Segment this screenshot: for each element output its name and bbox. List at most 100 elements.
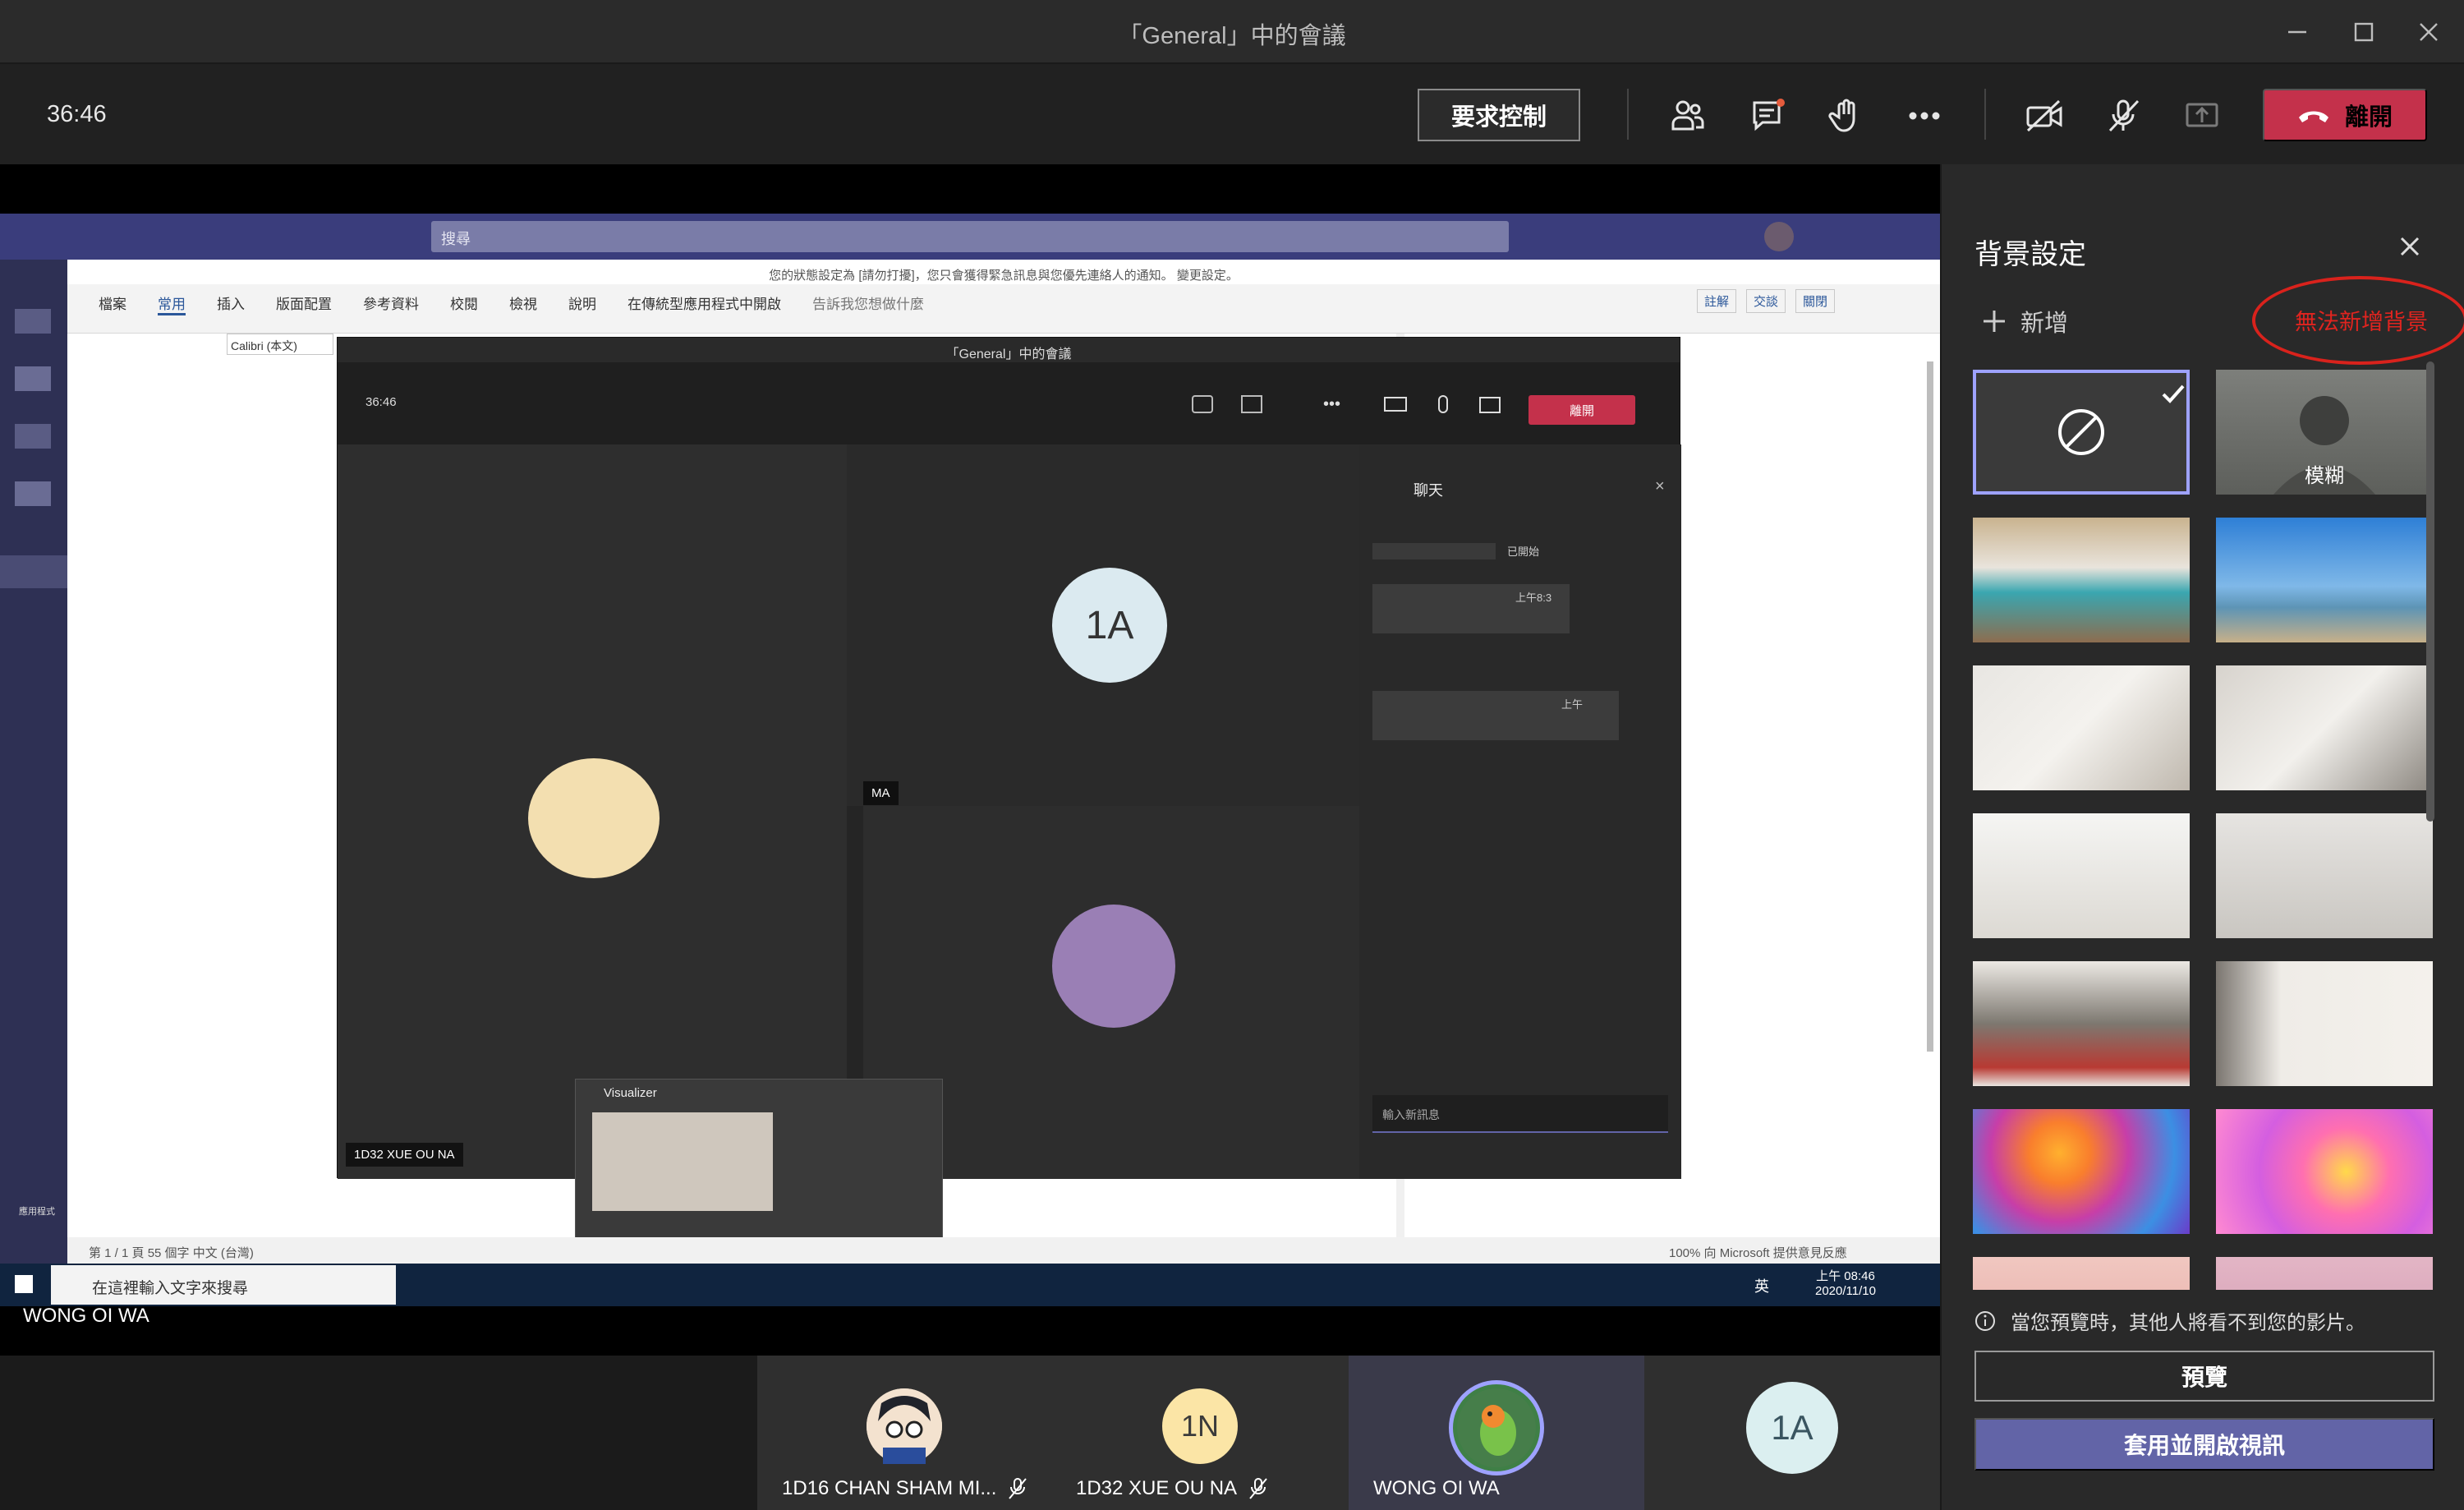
nested-video-tile: 1D32 XUE OU NA xyxy=(338,444,847,1179)
windows-start-icon[interactable] xyxy=(15,1275,33,1293)
nested-more-icon[interactable]: ••• xyxy=(1323,395,1340,414)
meeting-toolbar: 36:46 要求控制 離開 xyxy=(0,64,2464,164)
tell-me-box[interactable]: 告訴我您想做什麼 xyxy=(812,292,924,315)
avatar: 1A xyxy=(1052,568,1167,683)
windows-taskbar: 在這裡輸入文字來搜尋 英 上午 08:46 2020/11/10 xyxy=(0,1264,1940,1306)
avatar xyxy=(1052,905,1175,1028)
nested-camera-off-icon[interactable] xyxy=(1384,397,1407,412)
nested-tile-name: MA xyxy=(863,781,899,805)
close-doc-button[interactable]: 關閉 xyxy=(1795,289,1836,313)
nested-leave-button[interactable]: 離開 xyxy=(1529,395,1635,425)
input-lang[interactable]: 英 xyxy=(1754,1275,1769,1296)
raise-hand-icon[interactable] xyxy=(1823,93,1869,139)
nested-people-icon[interactable] xyxy=(1192,395,1213,413)
presenter-name: WONG OI WA xyxy=(23,1305,149,1327)
dnd-notice: 您的狀態設定為 [請勿打擾]，您只會獲得緊急訊息與您優先連絡人的通知。 變更設定… xyxy=(67,260,1940,284)
people-icon[interactable] xyxy=(1665,93,1711,139)
panel-scrollbar[interactable] xyxy=(2426,361,2434,822)
background-image[interactable] xyxy=(2216,665,2433,790)
tab-references[interactable]: 參考資料 xyxy=(363,292,419,315)
background-blur[interactable]: 模糊 xyxy=(2216,370,2433,495)
background-image[interactable] xyxy=(1973,813,2190,938)
nested-toolbar: 36:46 ••• 離開 xyxy=(338,362,1680,444)
avatar: 1A xyxy=(1746,1382,1838,1474)
background-image[interactable] xyxy=(2216,961,2433,1086)
tab-home[interactable]: 常用 xyxy=(158,292,186,315)
tab-review[interactable]: 校閱 xyxy=(450,292,478,315)
annotation-text: 無法新增背景 xyxy=(2295,310,2428,335)
preview-info: 當您預覽時，其他人將看不到您的影片。 xyxy=(1974,1306,2365,1335)
tab-layout[interactable]: 版面配置 xyxy=(276,292,332,315)
maximize-icon[interactable] xyxy=(2339,12,2388,53)
add-new-button[interactable]: 新增 xyxy=(1981,304,2068,338)
nested-leave-label: 離開 xyxy=(1569,403,1594,418)
close-window-icon[interactable] xyxy=(2404,12,2453,53)
word-status-bar: 第 1 / 1 頁 55 個字 中文 (台灣) 100% 向 Microsoft… xyxy=(67,1237,1940,1264)
minimize-icon[interactable] xyxy=(2273,12,2322,53)
background-image[interactable] xyxy=(2216,1257,2433,1290)
close-icon[interactable]: × xyxy=(1655,477,1665,496)
participant-name: 1D32 XUE OU NA xyxy=(1076,1477,1268,1500)
background-image[interactable] xyxy=(1973,1109,2190,1234)
background-image[interactable] xyxy=(2216,813,2433,938)
doc-scrollbar[interactable] xyxy=(1927,361,1933,1052)
background-settings-panel: 背景設定 新增 無法新增背景 模糊 當您預覽時，其他人將看不到您的影片。 預覽 … xyxy=(1940,164,2464,1510)
participant-tile[interactable]: 1A xyxy=(1644,1356,1940,1510)
mic-off-icon xyxy=(1249,1478,1267,1499)
participant-tile[interactable]: WONG OI WA xyxy=(1349,1356,1644,1510)
nested-mic-icon[interactable] xyxy=(1438,395,1448,413)
tab-insert[interactable]: 插入 xyxy=(217,292,245,315)
avatar xyxy=(1449,1380,1544,1475)
tab-file[interactable]: 檔案 xyxy=(99,292,126,315)
word-app-rail: 應用程式 說明 xyxy=(0,260,67,1306)
request-control-button[interactable]: 要求控制 xyxy=(1418,89,1580,141)
word-right-buttons: 註解 交談 關閉 xyxy=(1697,289,1836,313)
shared-screen: 搜尋 應用程式 說明 您的狀態設定為 [請勿打擾]，您只會獲得緊急訊息與您優先連… xyxy=(0,214,1940,1306)
tab-view[interactable]: 檢視 xyxy=(509,292,537,315)
background-image[interactable] xyxy=(1973,961,2190,1086)
preview-button[interactable]: 預覽 xyxy=(1974,1351,2434,1402)
participant-tile[interactable]: 1D16 CHAN SHAM MI... xyxy=(757,1356,1051,1510)
participant-name: 1D16 CHAN SHAM MI... xyxy=(782,1477,1027,1500)
font-select[interactable]: Calibri (本文) xyxy=(227,334,333,355)
add-new-label: 新增 xyxy=(2020,309,2069,337)
apply-and-turn-on-video-button[interactable]: 套用並開啟視訊 xyxy=(1974,1418,2434,1471)
window-title-bar: 「General」中的會議 xyxy=(0,0,2464,64)
background-image[interactable] xyxy=(2216,1109,2433,1234)
nested-teams-window: 「General」中的會議 36:46 ••• 離開 1D32 XUE OU N… xyxy=(337,337,1681,1179)
background-image[interactable] xyxy=(1973,665,2190,790)
shared-screen-stage: 搜尋 應用程式 說明 您的狀態設定為 [請勿打擾]，您只會獲得緊急訊息與您優先連… xyxy=(0,164,1940,1356)
word-search-box: 搜尋 xyxy=(431,221,1509,252)
background-none[interactable] xyxy=(1973,370,2190,495)
chat-time: 上午8:3 xyxy=(1515,592,1552,604)
nested-share-icon[interactable] xyxy=(1479,397,1501,413)
mic-off-icon[interactable] xyxy=(2100,93,2146,139)
background-image[interactable] xyxy=(2216,518,2433,642)
chat-input[interactable]: 輸入新訊息 xyxy=(1372,1095,1668,1133)
avatar: 1N xyxy=(1162,1388,1238,1464)
avatar xyxy=(867,1388,942,1464)
tab-help[interactable]: 說明 xyxy=(568,292,596,315)
conversation-button[interactable]: 交談 xyxy=(1746,289,1786,313)
nested-chat-icon[interactable] xyxy=(1241,395,1262,413)
chat-icon[interactable] xyxy=(1745,93,1791,139)
participant-tile[interactable]: 1N 1D32 XUE OU NA xyxy=(1051,1356,1349,1510)
taskbar-date: 2020/11/10 xyxy=(1815,1284,1876,1298)
toolbar-divider xyxy=(1627,89,1629,140)
close-icon[interactable] xyxy=(2393,230,2426,263)
panel-title: 背景設定 xyxy=(1974,238,2086,271)
leave-button[interactable]: 離開 xyxy=(2263,89,2427,141)
taskbar-search[interactable]: 在這裡輸入文字來搜尋 xyxy=(51,1265,396,1305)
ribbon-tabs: 檔案 常用 插入 版面配置 參考資料 校閱 檢視 說明 在傳統型應用程式中開啟 … xyxy=(99,292,924,315)
chat-time: 上午 xyxy=(1561,698,1584,711)
participant-name: WONG OI WA xyxy=(1373,1477,1500,1500)
more-icon[interactable] xyxy=(1901,93,1947,139)
background-image[interactable] xyxy=(1973,518,2190,642)
comments-button[interactable]: 註解 xyxy=(1697,289,1737,313)
none-icon xyxy=(2058,384,2185,455)
share-tray-icon[interactable] xyxy=(2179,93,2225,139)
tab-open-desktop[interactable]: 在傳統型應用程式中開啟 xyxy=(627,292,781,315)
camera-off-icon[interactable] xyxy=(2021,93,2067,139)
nested-video-tile: 1A MA xyxy=(847,444,1359,806)
background-image[interactable] xyxy=(1973,1257,2190,1290)
